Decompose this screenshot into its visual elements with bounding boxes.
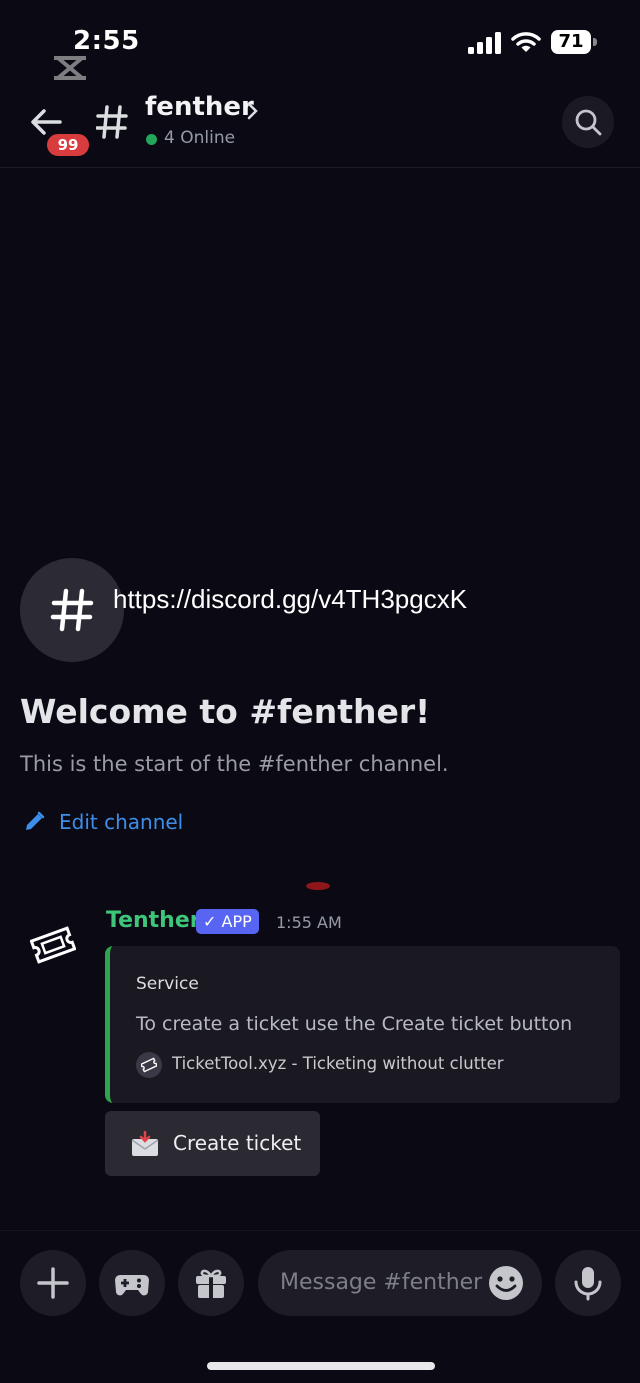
ticket-icon bbox=[136, 1052, 162, 1078]
search-button[interactable] bbox=[562, 96, 614, 148]
hash-icon bbox=[50, 588, 94, 632]
activities-button[interactable] bbox=[99, 1250, 165, 1316]
welcome-subtitle: This is the start of the #fenther channe… bbox=[20, 752, 449, 776]
pencil-icon bbox=[26, 811, 45, 830]
microphone-icon bbox=[574, 1267, 602, 1301]
battery-level: 71 bbox=[558, 31, 584, 52]
capcut-icon bbox=[54, 56, 86, 80]
clock: 2:55 bbox=[73, 26, 140, 56]
discord-channel-screen: 2:55 71 99 fenther 4 Online https://disc… bbox=[0, 0, 640, 1383]
plus-icon bbox=[37, 1267, 69, 1299]
gamepad-icon bbox=[115, 1275, 149, 1296]
online-count: 4 Online bbox=[164, 128, 236, 148]
message-input[interactable]: Message #fenther bbox=[258, 1250, 542, 1316]
create-ticket-label: Create ticket bbox=[173, 1131, 302, 1155]
status-bar: 2:55 71 bbox=[0, 0, 640, 90]
gift-icon bbox=[196, 1269, 226, 1299]
channel-header: 99 fenther 4 Online bbox=[0, 90, 640, 168]
welcome-title: Welcome to #fenther! bbox=[20, 692, 431, 731]
voice-message-button[interactable] bbox=[555, 1250, 621, 1316]
message-composer: Message #fenther bbox=[0, 1230, 640, 1383]
invite-link-overlay: https://discord.gg/v4TH3pgcxK bbox=[113, 584, 468, 614]
gift-button[interactable] bbox=[178, 1250, 244, 1316]
message-placeholder: Message #fenther bbox=[280, 1270, 483, 1295]
online-status-dot bbox=[146, 134, 157, 145]
embed-title: Service bbox=[136, 974, 199, 994]
channel-hash-avatar bbox=[20, 558, 124, 662]
home-indicator[interactable] bbox=[207, 1362, 435, 1370]
ticket-icon bbox=[30, 926, 76, 964]
wifi-icon bbox=[511, 32, 541, 52]
chevron-right-icon[interactable] bbox=[246, 102, 260, 120]
edit-channel-label: Edit channel bbox=[59, 810, 184, 834]
message-author[interactable]: Tenther bbox=[106, 908, 201, 933]
red-mark bbox=[306, 882, 330, 890]
hash-icon bbox=[96, 105, 128, 139]
create-ticket-button[interactable]: Create ticket bbox=[105, 1111, 320, 1176]
emoji-icon[interactable] bbox=[488, 1265, 524, 1301]
unread-badge: 99 bbox=[44, 131, 92, 159]
search-icon bbox=[575, 109, 602, 136]
app-tag: ✓ APP bbox=[196, 909, 259, 934]
battery-icon: 71 bbox=[551, 30, 597, 54]
message-timestamp: 1:55 AM bbox=[276, 913, 342, 932]
attach-button[interactable] bbox=[20, 1250, 86, 1316]
signal-icon bbox=[468, 32, 501, 54]
envelope-icon bbox=[131, 1131, 159, 1156]
embed-footer: TicketTool.xyz - Ticketing without clutt… bbox=[172, 1054, 504, 1073]
channel-title[interactable]: fenther bbox=[145, 92, 254, 122]
message-embed: Service To create a ticket use the Creat… bbox=[105, 946, 620, 1103]
avatar[interactable] bbox=[22, 914, 84, 976]
embed-description: To create a ticket use the Create ticket… bbox=[136, 1013, 573, 1035]
